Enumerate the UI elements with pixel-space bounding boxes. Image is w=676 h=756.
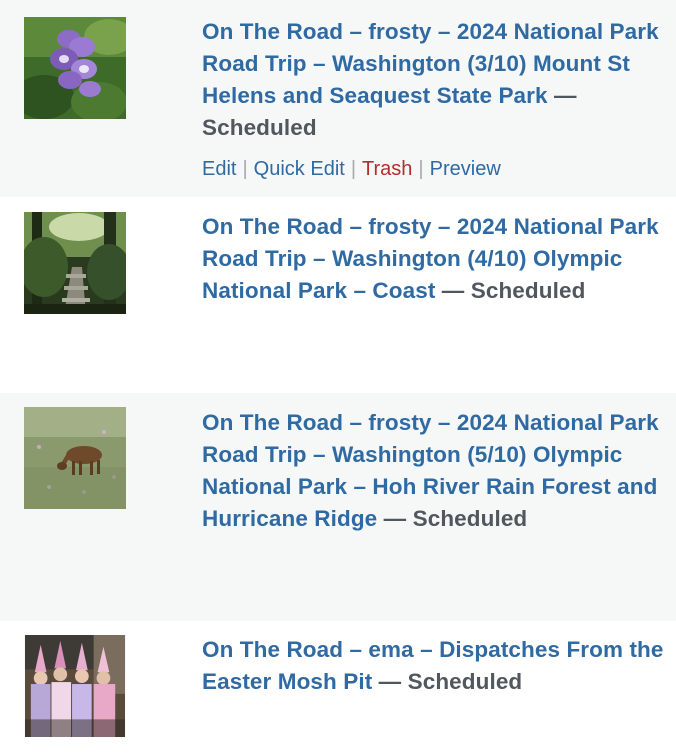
separator: | bbox=[418, 158, 424, 180]
post-status: — Scheduled bbox=[435, 278, 586, 303]
post-thumbnail[interactable] bbox=[24, 212, 126, 314]
post-title: On The Road – frosty – 2024 National Par… bbox=[202, 407, 668, 535]
post-status: — Scheduled bbox=[372, 669, 523, 694]
post-title-link[interactable]: On The Road – frosty – 2024 National Par… bbox=[202, 19, 659, 108]
deer-meadow-image bbox=[24, 407, 126, 509]
foxglove-image bbox=[24, 17, 126, 119]
row-actions: Edit | Quick Edit | Trash | Preview bbox=[202, 155, 501, 183]
post-thumbnail[interactable] bbox=[24, 635, 126, 739]
post-row: On The Road – frosty – 2024 National Par… bbox=[0, 197, 676, 393]
post-row: On The Road – frosty – 2024 National Par… bbox=[0, 0, 676, 197]
post-title: On The Road – frosty – 2024 National Par… bbox=[202, 211, 668, 307]
preview-link[interactable]: Preview bbox=[430, 158, 501, 180]
post-list: On The Road – frosty – 2024 National Par… bbox=[0, 0, 676, 756]
post-thumbnail[interactable] bbox=[24, 407, 126, 509]
post-title: On The Road – ema – Dispatches From the … bbox=[202, 634, 668, 698]
separator: | bbox=[242, 158, 248, 180]
costumed-crowd-image bbox=[24, 635, 126, 737]
post-row: On The Road – ema – Dispatches From the … bbox=[0, 621, 676, 756]
post-thumbnail[interactable] bbox=[24, 17, 126, 119]
post-title-link[interactable]: On The Road – frosty – 2024 National Par… bbox=[202, 214, 659, 303]
edit-link[interactable]: Edit bbox=[202, 158, 236, 180]
quick-edit-link[interactable]: Quick Edit bbox=[254, 158, 345, 180]
post-row: On The Road – frosty – 2024 National Par… bbox=[0, 393, 676, 621]
trash-link[interactable]: Trash bbox=[362, 158, 412, 180]
post-title: On The Road – frosty – 2024 National Par… bbox=[202, 16, 668, 144]
separator: | bbox=[350, 158, 357, 180]
forest-trail-image bbox=[24, 212, 126, 314]
post-status: — Scheduled bbox=[377, 506, 528, 531]
